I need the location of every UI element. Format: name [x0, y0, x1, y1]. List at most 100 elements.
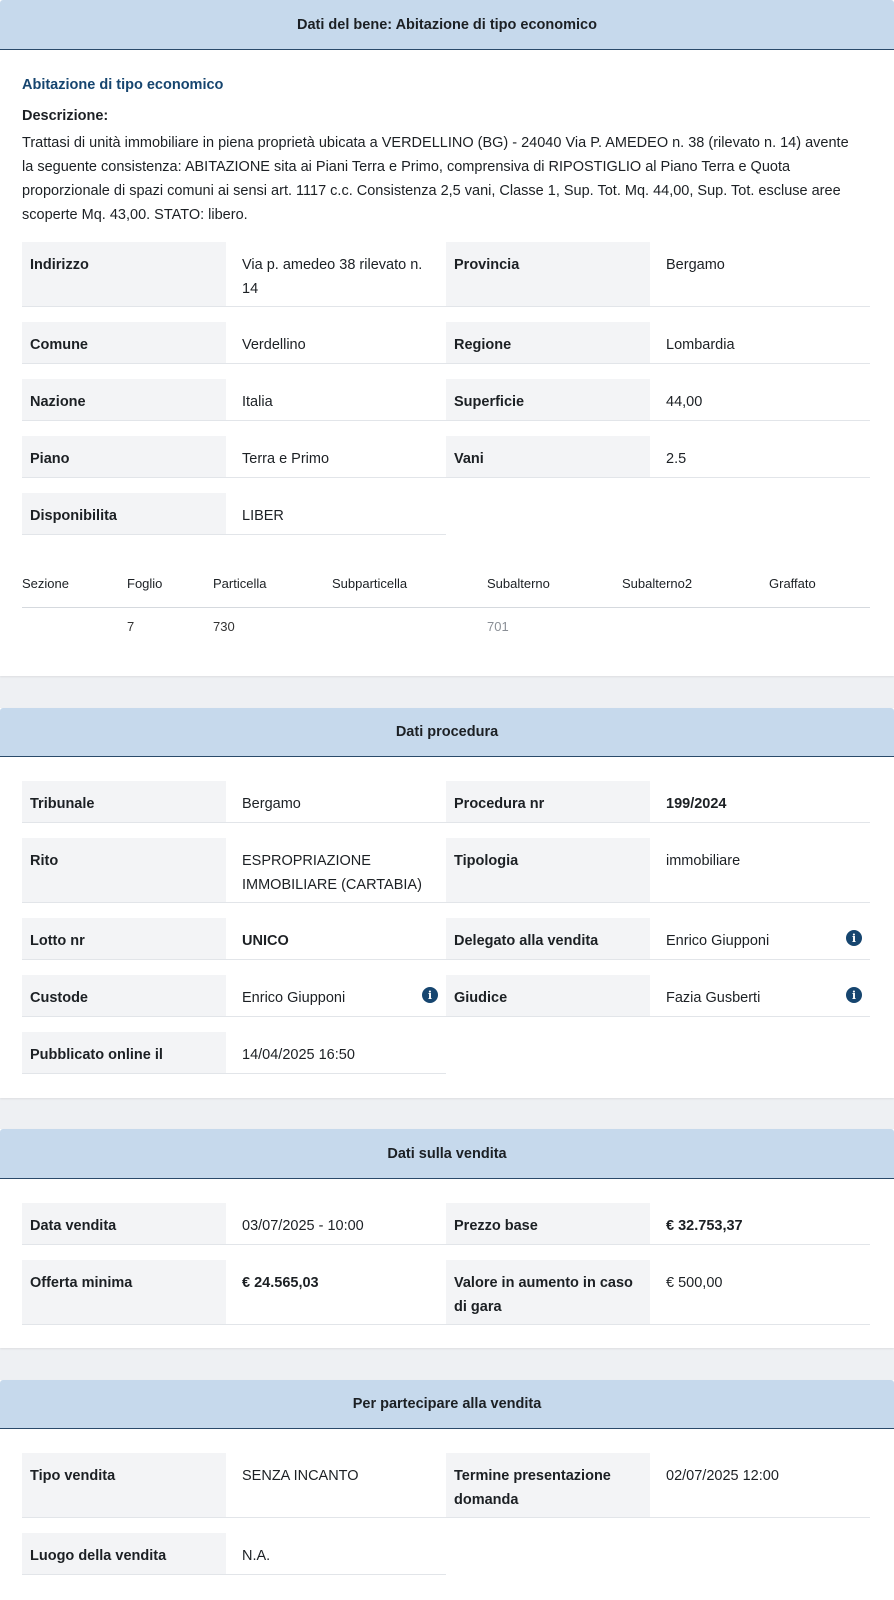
value-vani: 2.5 [650, 436, 870, 477]
section-header-dati-vendita: Dati sulla vendita [0, 1129, 894, 1179]
value-luogo-vendita: N.A. [226, 1533, 446, 1574]
row-divider [22, 1073, 446, 1074]
value-valore-aumento: € 500,00 [650, 1260, 870, 1324]
value-comune: Verdellino [226, 322, 446, 363]
value-procedura-nr: 199/2024 [650, 781, 870, 822]
label-offerta-minima: Offerta minima [22, 1260, 226, 1324]
value-piano: Terra e Primo [226, 436, 446, 477]
description-line: Trattasi di unità immobiliare in piena p… [22, 135, 849, 151]
row-divider [22, 1244, 870, 1245]
label-nazione: Nazione [22, 379, 226, 420]
label-lotto-nr: Lotto nr [22, 918, 226, 959]
row-divider [22, 902, 870, 903]
value-indirizzo: Via p. amedeo 38 rilevato n. 14 [226, 242, 446, 306]
value-provincia: Bergamo [650, 242, 870, 306]
value-prezzo-base: € 32.753,37 [650, 1203, 870, 1244]
info-icon[interactable]: i [846, 930, 862, 946]
value-custode: Enrico Giupponi [226, 975, 446, 1016]
row-divider [22, 959, 870, 960]
catasto-header-sezione: Sezione [22, 576, 69, 591]
label-tipo-vendita: Tipo vendita [22, 1453, 226, 1517]
row-divider [22, 306, 870, 307]
label-provincia: Provincia [446, 242, 650, 306]
label-pubblicato: Pubblicato online il [22, 1032, 226, 1073]
section-dati-procedura: Dati procedura Tribunale Bergamo Procedu… [0, 708, 894, 1098]
section-dati-bene: Dati del bene: Abitazione di tipo econom… [0, 0, 894, 676]
label-rito: Rito [22, 838, 226, 902]
row-divider [22, 420, 870, 421]
row-divider [22, 477, 870, 478]
value-regione: Lombardia [650, 322, 870, 363]
value-tipologia: immobiliare [650, 838, 870, 902]
aumento-label-line: Valore in aumento in caso [454, 1275, 633, 1291]
value-tribunale: Bergamo [226, 781, 446, 822]
value-data-vendita: 03/07/2025 - 10:00 [226, 1203, 446, 1244]
rito-line: IMMOBILIARE (CARTABIA) [242, 877, 422, 893]
label-tribunale: Tribunale [22, 781, 226, 822]
label-giudice: Giudice [446, 975, 650, 1016]
rito-line: ESPROPRIAZIONE [242, 853, 371, 869]
label-delegato: Delegato alla vendita [446, 918, 650, 959]
catasto-header-subalterno2: Subalterno2 [622, 576, 693, 591]
description-line: proporzionale di spazi comuni ai sensi a… [22, 183, 841, 199]
catasto-header-subalterno: Subalterno [487, 576, 550, 591]
label-prezzo-base: Prezzo base [446, 1203, 650, 1244]
value-giudice: Fazia Gusberti [650, 975, 870, 1016]
label-custode: Custode [22, 975, 226, 1016]
label-procedura-nr: Procedura nr [446, 781, 650, 822]
label-piano: Piano [22, 436, 226, 477]
label-indirizzo: Indirizzo [22, 242, 226, 306]
value-disponibilita: LIBER [226, 493, 446, 534]
indirizzo-line: Via p. amedeo 38 rilevato n. [242, 257, 423, 273]
value-pubblicato: 14/04/2025 16:50 [226, 1032, 446, 1073]
value-nazione: Italia [226, 379, 446, 420]
catasto-header-particella: Particella [213, 576, 267, 591]
catasto-header-subparticella: Subparticella [332, 576, 408, 591]
label-tipologia: Tipologia [446, 838, 650, 902]
label-superficie: Superficie [446, 379, 650, 420]
label-luogo-vendita: Luogo della vendita [22, 1533, 226, 1574]
description-line: la seguente consistenza: ABITAZIONE sita… [22, 159, 791, 175]
row-divider [22, 534, 446, 535]
indirizzo-line: 14 [242, 281, 259, 297]
value-rito: ESPROPRIAZIONE IMMOBILIARE (CARTABIA) [226, 838, 446, 902]
termine-label-line: domanda [454, 1492, 519, 1508]
label-vani: Vani [446, 436, 650, 477]
aumento-label-line: di gara [454, 1299, 502, 1315]
catasto-header-graffato: Graffato [769, 576, 816, 591]
section-header-dati-procedura: Dati procedura [0, 708, 894, 757]
value-lotto-nr: UNICO [226, 918, 446, 959]
info-icon[interactable]: i [846, 987, 862, 1003]
description-label: Descrizione: [22, 108, 109, 124]
value-termine-domanda: 02/07/2025 12:00 [650, 1453, 870, 1517]
value-superficie: 44,00 [650, 379, 870, 420]
section-dati-vendita: Dati sulla vendita Data vendita 03/07/20… [0, 1129, 894, 1348]
label-termine-domanda: Termine presentazione domanda [446, 1453, 650, 1517]
value-offerta-minima: € 24.565,03 [226, 1260, 446, 1324]
termine-label-line: Termine presentazione [454, 1468, 611, 1484]
section-header-partecipare: Per partecipare alla vendita [0, 1380, 894, 1429]
catasto-cell-foglio: 7 [127, 619, 135, 634]
label-comune: Comune [22, 322, 226, 363]
row-divider [22, 1574, 446, 1575]
row-divider [22, 1016, 870, 1017]
section-header-dati-bene: Dati del bene: Abitazione di tipo econom… [0, 0, 894, 50]
catasto-cell-subalterno: 701 [487, 619, 509, 634]
catasto-header-foglio: Foglio [127, 576, 163, 591]
row-divider [22, 363, 870, 364]
catasto-divider [22, 607, 870, 608]
value-delegato: Enrico Giupponi [650, 918, 870, 959]
label-valore-aumento: Valore in aumento in caso di gara [446, 1260, 650, 1324]
description-line: scoperte Mq. 43,00. STATO: libero. [22, 207, 248, 223]
catasto-cell-particella: 730 [213, 619, 235, 634]
label-data-vendita: Data vendita [22, 1203, 226, 1244]
label-disponibilita: Disponibilita [22, 493, 226, 534]
row-divider [22, 822, 870, 823]
value-tipo-vendita: SENZA INCANTO [226, 1453, 446, 1517]
row-divider [22, 1517, 870, 1518]
info-icon[interactable]: i [422, 987, 438, 1003]
row-divider [22, 1324, 870, 1325]
label-regione: Regione [446, 322, 650, 363]
bene-subtitle: Abitazione di tipo economico [22, 77, 224, 93]
section-partecipare: Per partecipare alla vendita Tipo vendit… [0, 1380, 894, 1600]
